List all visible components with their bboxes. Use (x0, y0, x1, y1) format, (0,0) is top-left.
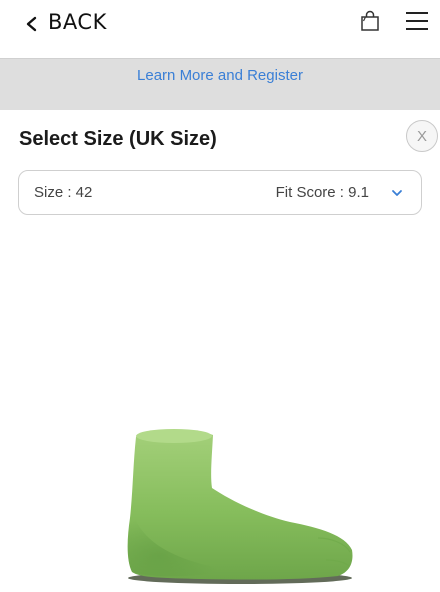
back-button[interactable] (18, 0, 46, 48)
fit-score: Fit Score : 9.1 (275, 184, 369, 201)
back-label[interactable]: BACK (48, 10, 107, 34)
close-button[interactable]: X (406, 120, 438, 152)
chevron-left-icon (26, 16, 37, 32)
selected-size: Size : 42 (34, 184, 93, 201)
shopping-bag-icon[interactable] (359, 10, 381, 32)
panel-title: Select Size (UK Size) (19, 128, 217, 150)
hamburger-menu-icon[interactable] (405, 11, 429, 31)
learn-more-register-link[interactable]: Learn More and Register (0, 67, 440, 84)
promo-banner: Learn More and Register (0, 58, 440, 110)
top-bar: BACK (0, 0, 440, 58)
size-panel: Select Size (UK Size) X Size : 42 Fit Sc… (0, 110, 440, 592)
size-dropdown[interactable]: Size : 42 Fit Score : 9.1 (18, 170, 422, 215)
size-selector-screen: BACK Learn More and Register Select Size… (0, 0, 440, 592)
chevron-down-icon (392, 190, 402, 196)
foot-ankle-top (136, 429, 212, 443)
foot-3d-model[interactable] (0, 410, 440, 592)
close-icon: X (416, 127, 427, 145)
